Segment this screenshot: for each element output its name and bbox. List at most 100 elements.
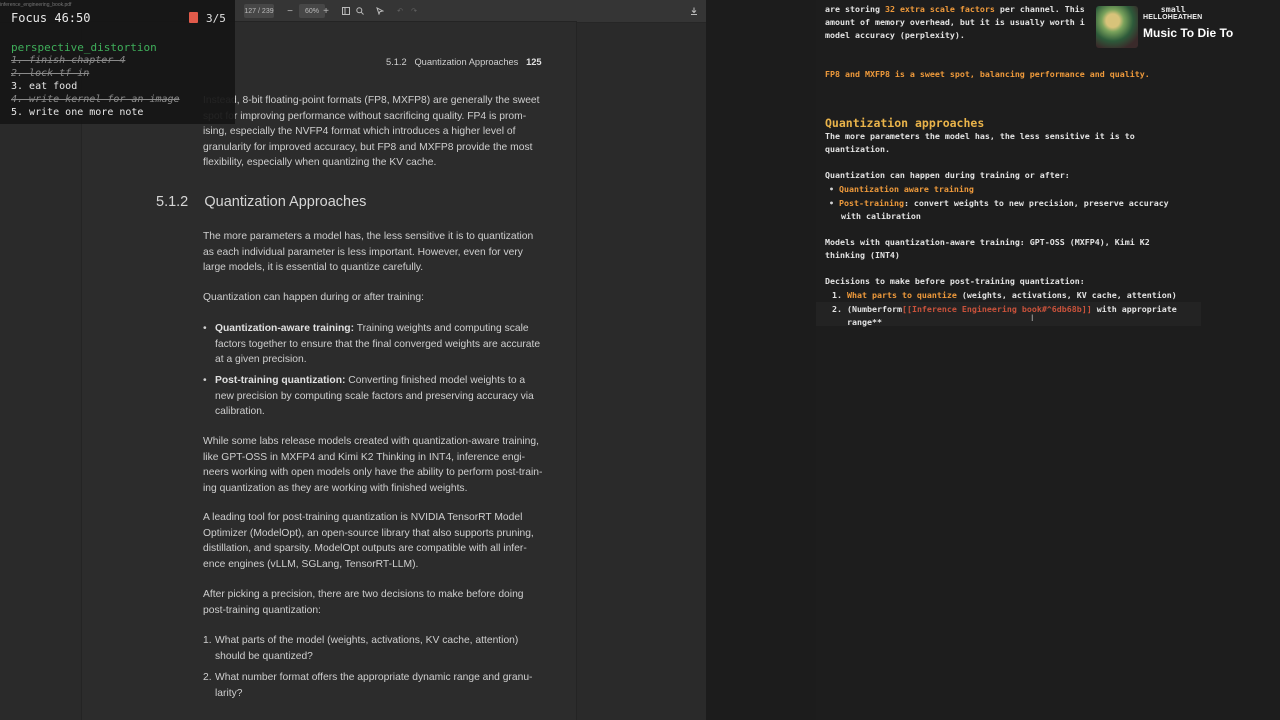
text-span: per channel. This	[994, 4, 1085, 14]
focus-widget: inference_engineering_book.pdf Focus 46:…	[0, 0, 235, 124]
zoom-out-button[interactable]: −	[284, 4, 296, 18]
text-span: (Numberform	[847, 304, 902, 314]
highlight-text: Quantization aware training	[839, 184, 974, 194]
todo-item[interactable]: 4. write kernel for an image	[11, 94, 180, 105]
note-list-item[interactable]: 2. (Numberform[[Inference Engineering bo…	[832, 304, 1177, 314]
text-line: A leading tool for post-training quantiz…	[203, 512, 523, 523]
paragraph: After picking a precision, there are two…	[203, 587, 524, 618]
paragraph: While some labs release models created w…	[203, 434, 542, 496]
text-line: While some labs release models created w…	[203, 436, 539, 447]
search-icon[interactable]	[354, 4, 366, 18]
text-line: flexibility, especially when quantizing …	[203, 157, 437, 168]
todo-item[interactable]: 2. lock tf in	[11, 68, 89, 79]
text-line: larity?	[215, 687, 243, 699]
bullet-item: Post-training quantization: Converting f…	[215, 373, 534, 420]
text-line: factors together to ensure that the fina…	[215, 338, 541, 350]
text-cursor-icon: I	[1031, 313, 1034, 323]
artist-name: HELLOHEATHEN	[1143, 14, 1203, 21]
text-line: ising, especially the NVFP4 format which…	[203, 126, 516, 137]
note-line: model accuracy (perplexity).	[825, 30, 965, 40]
text-line: What number format offers the appropriat…	[215, 672, 533, 683]
highlight-text: Post-training	[839, 198, 904, 208]
list-item: What number format offers the appropriat…	[215, 670, 532, 701]
note-bullet: • Quantization aware training	[829, 184, 974, 194]
running-header: 5.1.2 Quantization Approaches 125	[386, 55, 542, 71]
paragraph: The more parameters a model has, the les…	[203, 229, 533, 276]
list-number: 1.	[832, 290, 842, 300]
text-line: Instead, 8-bit floating-point formats (F…	[203, 95, 540, 106]
bullet-term: Post-training quantization:	[215, 375, 346, 386]
highlight-text: 32 extra scale factors	[884, 4, 995, 14]
list-number: 2.	[832, 304, 842, 314]
note-line: range**	[847, 317, 882, 327]
text-line: What parts of the model (weights, activa…	[215, 635, 519, 646]
section-number: 5.1.2	[156, 194, 189, 210]
note-highlight-line: FP8 and MXFP8 is a sweet spot, balancing…	[825, 69, 1150, 79]
paragraph: A leading tool for post-training quantiz…	[203, 510, 534, 572]
text-line: large models, it is essential to quantiz…	[203, 262, 424, 273]
page-number-input[interactable]: 127 / 239	[244, 4, 274, 18]
focus-timer: Focus 46:50	[11, 11, 91, 25]
note-bullet: • Post-training: convert weights to new …	[829, 198, 1169, 208]
text-span: with appropriate	[1091, 304, 1177, 314]
note-line: Decisions to make before post-training q…	[825, 276, 1085, 286]
sidebar-icon[interactable]	[340, 4, 352, 18]
pointer-icon[interactable]	[374, 4, 386, 18]
todo-item[interactable]: 5. write one more note	[11, 107, 143, 118]
note-line: The more parameters the model has, the l…	[825, 131, 1135, 141]
todo-item[interactable]: 1. finish chapter 4	[11, 55, 125, 66]
undo-icon[interactable]: ↶	[394, 4, 406, 18]
intro-paragraph: Instead, 8-bit floating-point formats (F…	[203, 93, 540, 171]
header-page-number: 125	[526, 57, 542, 67]
note-list-item: 1. What parts to quantize (weights, acti…	[832, 290, 1177, 300]
wiki-link[interactable]: [[Inference Engineering book#^6db68b]]	[902, 304, 1092, 314]
text-line: should be quantized?	[215, 650, 313, 662]
bullet-term: Quantization-aware training:	[215, 323, 355, 334]
album-art	[1096, 6, 1138, 48]
text-line: like GPT-OSS in MXFP4 and Kimi K2 Thinki…	[203, 451, 526, 463]
pdf-icon	[189, 12, 198, 23]
text-line: ing quantization as they are working wit…	[203, 482, 468, 494]
bullet-marker: •	[203, 375, 207, 386]
text-line: The more parameters a model has, the les…	[203, 231, 534, 242]
note-heading: Quantization approaches	[825, 116, 985, 130]
bullet-marker: •	[203, 323, 207, 334]
text-line: post-training quantization:	[203, 604, 321, 616]
text-line: spot for improving performance without s…	[203, 110, 527, 122]
page-current: 127	[244, 7, 257, 15]
notes-editor[interactable]: are storing 32 extra scale factors per c…	[816, 0, 1280, 720]
text-span: (weights, activations, KV cache, attenti…	[956, 290, 1177, 300]
header-section-title: Quantization Approaches	[414, 57, 519, 67]
page-total: 239	[261, 7, 274, 15]
text-line: new precision by computing scale factors…	[215, 390, 534, 402]
file-label: inference_engineering_book.pdf	[0, 2, 72, 8]
section-title: Quantization Approaches	[204, 194, 367, 210]
list-item: What parts of the model (weights, activa…	[215, 633, 518, 664]
todo-count: 3/5	[206, 12, 226, 25]
note-line: Models with quantization-aware training:…	[825, 237, 1150, 247]
highlight-text: What parts to quantize	[847, 290, 957, 300]
note-line: with calibration	[841, 211, 921, 221]
redo-icon[interactable]: ↷	[408, 4, 420, 18]
now-playing[interactable]: HELLOHEATHEN Music To Die To	[1096, 6, 1280, 50]
pdf-page: 5.1.2 Quantization Approaches 125 Instea…	[82, 22, 576, 720]
note-line: amount of memory overhead, but it is usu…	[825, 17, 1085, 27]
todo-item[interactable]: 3. eat food	[11, 81, 77, 92]
bullet-item: Quantization-aware training: Training we…	[215, 321, 540, 368]
text-line: at a given precision.	[215, 354, 307, 365]
text-span: are storing	[825, 4, 885, 14]
zoom-in-button[interactable]: +	[320, 4, 332, 18]
todo-list-title: perspective_distortion	[11, 41, 157, 54]
empty-pane	[706, 0, 816, 720]
section-heading: 5.1.2 Quantization Approaches	[156, 194, 367, 211]
text-line: as each individual parameter is less imp…	[203, 246, 523, 258]
paragraph: Quantization can happen during or after …	[203, 292, 424, 303]
song-title: Music To Die To	[1143, 26, 1234, 40]
text-line: Converting finished model weights to a	[348, 375, 526, 386]
text-line: neers working with open models only have…	[203, 467, 543, 478]
list-number: 2.	[203, 672, 212, 683]
download-icon[interactable]	[688, 4, 700, 18]
text-line: After picking a precision, there are two…	[203, 589, 524, 600]
text-line: granularity for improved accuracy, but F…	[203, 141, 533, 153]
text-line: ence engines (vLLM, SGLang, TensorRT-LLM…	[203, 558, 419, 570]
